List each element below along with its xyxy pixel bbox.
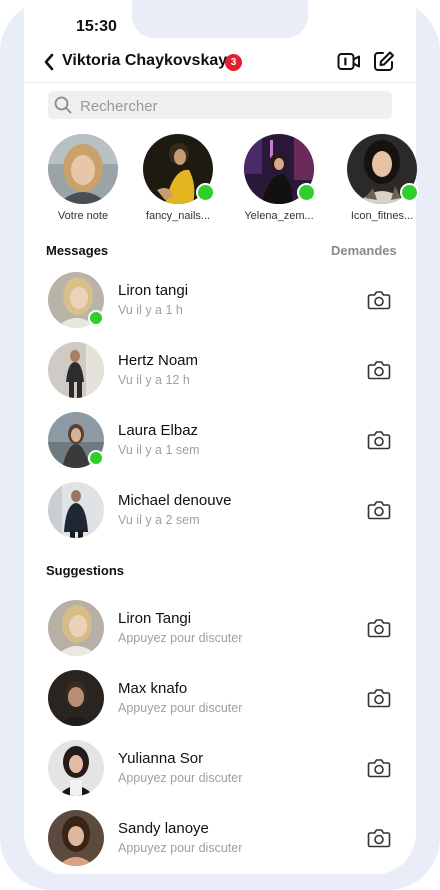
suggestions-heading: Suggestions: [46, 563, 125, 578]
notification-badge: 3: [225, 54, 242, 71]
suggestion-row[interactable]: Max knafo Appuyez pour discuter: [24, 668, 416, 728]
chevron-left-icon[interactable]: [42, 52, 56, 72]
requests-link[interactable]: Demandes: [331, 243, 397, 258]
online-indicator: [196, 183, 215, 202]
last-seen: Vu il y a 2 sem: [118, 513, 200, 527]
story-label: Votre note: [57, 210, 109, 222]
suggestion-hint: Appuyez pour discuter: [118, 771, 243, 785]
contact-name: Max knafo: [118, 680, 188, 697]
account-name[interactable]: Viktoria Chaykovskaya: [62, 52, 236, 70]
conversation-row[interactable]: Liron tangi Vu il y a 1 h: [24, 270, 416, 330]
search-input[interactable]: [78, 95, 382, 117]
notch: [132, 0, 308, 38]
camera-icon[interactable]: [367, 617, 391, 639]
story-item[interactable]: Icon_fitnes...: [337, 134, 427, 222]
story-item[interactable]: Yelena_zem...: [234, 134, 324, 222]
suggestion-hint: Appuyez pour discuter: [118, 631, 243, 645]
contact-name: Michael denouve: [118, 492, 232, 509]
camera-icon[interactable]: [367, 757, 391, 779]
phone-frame: 15:30 Viktoria Chaykovskaya 3 Rechercher…: [0, 0, 440, 890]
avatar: [48, 272, 104, 328]
avatar: [48, 482, 104, 538]
suggestion-row[interactable]: Yulianna Sor Appuyez pour discuter: [24, 738, 416, 798]
messages-heading: Messages: [46, 243, 109, 258]
story-item[interactable]: fancy_nails...: [133, 134, 223, 222]
camera-icon[interactable]: [367, 289, 391, 311]
last-seen: Vu il y a 1 sem: [118, 443, 200, 457]
contact-name: Liron tangi: [118, 282, 189, 299]
avatar: [48, 740, 104, 796]
camera-icon[interactable]: [367, 827, 391, 849]
contact-name: Laura Elbaz: [118, 422, 199, 439]
online-indicator: [297, 183, 316, 202]
online-indicator: [88, 450, 104, 466]
story-label: Icon_fitnes...: [350, 210, 414, 222]
conversation-row[interactable]: Hertz Noam Vu il y a 12 h: [24, 340, 416, 400]
status-time: 15:30: [76, 18, 117, 35]
video-call-icon[interactable]: [337, 51, 361, 73]
contact-name: Yulianna Sor: [118, 750, 204, 767]
suggestion-row[interactable]: Sandy lanoye Appuyez pour discuter: [24, 808, 416, 868]
avatar: [48, 670, 104, 726]
compose-icon[interactable]: [373, 50, 395, 72]
story-label: Yelena_zem...: [244, 210, 314, 222]
online-indicator: [400, 183, 419, 202]
search-bar[interactable]: [48, 91, 392, 119]
avatar: [48, 600, 104, 656]
online-indicator: [88, 310, 104, 326]
avatar: [48, 412, 104, 468]
search-icon: [54, 96, 72, 114]
story-item[interactable]: Votre note: [38, 134, 128, 222]
last-seen: Vu il y a 1 h: [118, 303, 183, 317]
avatar: [48, 134, 118, 204]
header: Viktoria Chaykovskaya 3: [24, 44, 416, 83]
contact-name: Hertz Noam: [118, 352, 199, 369]
avatar: [143, 134, 215, 204]
avatar: [48, 342, 104, 398]
camera-icon[interactable]: [367, 429, 391, 451]
camera-icon[interactable]: [367, 499, 391, 521]
contact-name: Liron Tangi: [118, 610, 192, 627]
contact-name: Sandy lanoye: [118, 820, 209, 837]
suggestion-hint: Appuyez pour discuter: [118, 701, 243, 715]
camera-icon[interactable]: [367, 687, 391, 709]
last-seen: Vu il y a 12 h: [118, 373, 190, 387]
avatar: [48, 810, 104, 866]
camera-icon[interactable]: [367, 359, 391, 381]
story-label: fancy_nails...: [145, 210, 211, 222]
suggestion-row[interactable]: Liron Tangi Appuyez pour discuter: [24, 598, 416, 658]
suggestion-hint: Appuyez pour discuter: [118, 841, 243, 855]
avatar: [244, 134, 316, 204]
avatar: [347, 134, 419, 204]
conversation-row[interactable]: Laura Elbaz Vu il y a 1 sem: [24, 410, 416, 470]
conversation-row[interactable]: Michael denouve Vu il y a 2 sem: [24, 480, 416, 540]
